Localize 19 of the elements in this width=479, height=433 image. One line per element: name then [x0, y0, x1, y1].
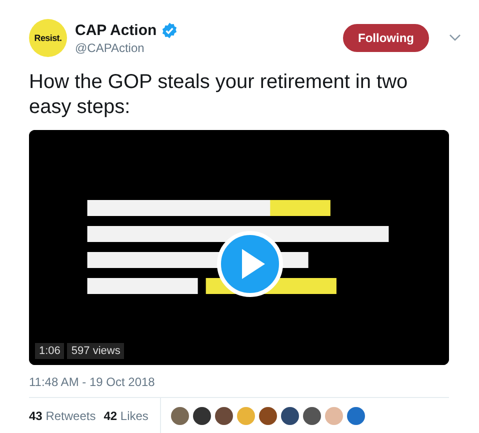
view-count: 597 views	[67, 343, 124, 359]
video-player[interactable]: 1:06 597 views	[29, 130, 449, 365]
account-handle[interactable]: @CAPAction	[75, 40, 343, 54]
video-duration: 1:06	[35, 343, 64, 359]
avatar[interactable]: Resist.	[29, 19, 67, 57]
play-icon[interactable]	[217, 231, 283, 297]
user-avatar-icon[interactable]	[303, 407, 322, 425]
user-avatar-icon[interactable]	[193, 407, 212, 425]
user-avatar-icon[interactable]	[259, 407, 278, 425]
engagement-count[interactable]: 42 Likes	[104, 409, 148, 423]
avatar-text: Resist.	[34, 33, 62, 43]
account-name[interactable]: CAP Action	[75, 22, 157, 38]
engagement-count[interactable]: 43 Retweets	[29, 409, 96, 423]
user-avatar-icon[interactable]	[215, 407, 234, 425]
tweet-text: How the GOP steals your retirement in two easy steps:	[29, 70, 409, 120]
chevron-down-icon[interactable]	[449, 34, 461, 42]
user-avatar-icon[interactable]	[281, 407, 300, 425]
following-button[interactable]: Following	[343, 24, 429, 52]
tweet-timestamp[interactable]: 11:48 AM - 19 Oct 2018	[29, 365, 449, 398]
